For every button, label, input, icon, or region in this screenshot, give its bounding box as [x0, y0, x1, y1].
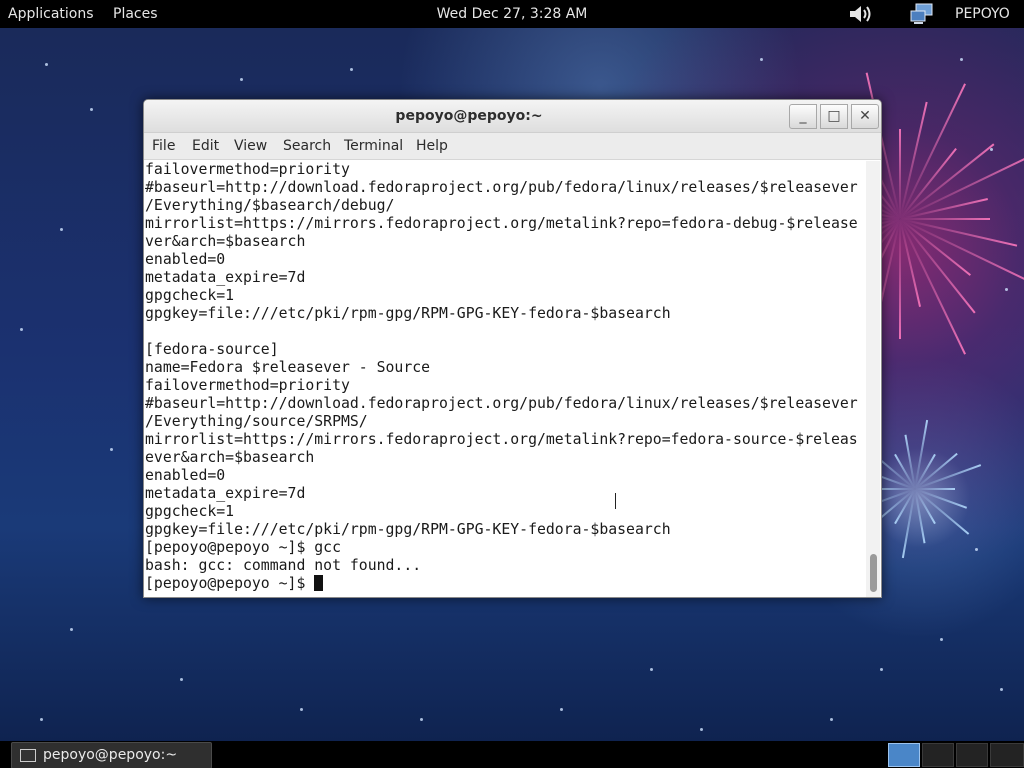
- scrollbar-thumb[interactable]: [870, 554, 877, 592]
- firework-ray: [900, 218, 990, 220]
- terminal-line: name=Fedora $releasever - Source: [145, 359, 431, 376]
- star: [90, 108, 93, 111]
- star: [760, 58, 763, 61]
- terminal-line: failovermethod=priority: [145, 377, 350, 394]
- window-titlebar[interactable]: pepoyo@pepoyo:~ _ □ ✕: [144, 100, 881, 133]
- places-menu[interactable]: Places: [113, 5, 158, 23]
- terminal-icon: [20, 749, 36, 762]
- terminal-line: [pepoyo@pepoyo ~]$ gcc: [145, 539, 341, 556]
- bottom-panel: pepoyo@pepoyo:~: [0, 741, 1024, 768]
- star: [880, 668, 883, 671]
- terminal-line: mirrorlist=https://mirrors.fedoraproject…: [145, 431, 858, 448]
- star: [40, 718, 43, 721]
- terminal-line: enabled=0: [145, 467, 226, 484]
- star: [1005, 288, 1008, 291]
- star: [300, 708, 303, 711]
- star: [110, 448, 113, 451]
- taskbar-window-label: pepoyo@pepoyo:~: [43, 747, 178, 763]
- star: [70, 628, 73, 631]
- star: [60, 228, 63, 231]
- menu-help[interactable]: Help: [416, 138, 448, 154]
- star: [350, 68, 353, 71]
- star: [940, 638, 943, 641]
- maximize-button[interactable]: □: [820, 104, 848, 129]
- menubar: File Edit View Search Terminal Help: [144, 133, 881, 160]
- terminal-line: ever&arch=$basearch: [145, 449, 315, 466]
- menu-search[interactable]: Search: [283, 138, 331, 154]
- terminal-prompt-line: [pepoyo@pepoyo ~]$: [145, 575, 866, 593]
- firework-ray: [899, 83, 966, 220]
- workspace-2[interactable]: [922, 743, 954, 767]
- terminal-output[interactable]: failovermethod=priority #baseurl=http://…: [145, 161, 866, 597]
- close-button[interactable]: ✕: [851, 104, 879, 129]
- star: [975, 548, 978, 551]
- terminal-line: /Everything/source/SRPMS/: [145, 413, 368, 430]
- terminal-line: gpgkey=file:///etc/pki/rpm-gpg/RPM-GPG-K…: [145, 521, 671, 538]
- terminal-line: failovermethod=priority: [145, 161, 350, 178]
- star: [1000, 688, 1003, 691]
- workspace-3[interactable]: [956, 743, 988, 767]
- firework-ray: [899, 218, 1024, 285]
- terminal-line: /Everything/$basearch/debug/: [145, 197, 395, 214]
- clock[interactable]: Wed Dec 27, 3:28 AM: [437, 6, 588, 22]
- star: [650, 668, 653, 671]
- star: [180, 678, 183, 681]
- firework-ray: [899, 129, 901, 219]
- star: [990, 148, 993, 151]
- terminal-line: gpgcheck=1: [145, 503, 235, 520]
- minimize-button[interactable]: _: [789, 104, 817, 129]
- menu-file[interactable]: File: [152, 138, 175, 154]
- terminal-line: [fedora-source]: [145, 341, 279, 358]
- star: [830, 718, 833, 721]
- network-icon[interactable]: [908, 2, 936, 26]
- star: [240, 78, 243, 81]
- terminal-scrollbar[interactable]: [866, 161, 880, 597]
- star: [700, 728, 703, 731]
- star: [45, 63, 48, 66]
- terminal-line: metadata_expire=7d: [145, 485, 306, 502]
- top-panel: Applications Places Wed Dec 27, 3:28 AM …: [0, 0, 1024, 28]
- star: [20, 328, 23, 331]
- terminal-cursor: [314, 575, 324, 591]
- workspace-1[interactable]: [888, 743, 920, 767]
- menu-terminal[interactable]: Terminal: [344, 138, 403, 154]
- applications-menu[interactable]: Applications: [8, 5, 94, 23]
- terminal-window: pepoyo@pepoyo:~ _ □ ✕ File Edit View Sea…: [143, 99, 882, 598]
- terminal-line: ver&arch=$basearch: [145, 233, 306, 250]
- terminal-line: gpgcheck=1: [145, 287, 235, 304]
- terminal-line: gpgkey=file:///etc/pki/rpm-gpg/RPM-GPG-K…: [145, 305, 671, 322]
- menu-view[interactable]: View: [234, 138, 267, 154]
- terminal-line: bash: gcc: command not found...: [145, 557, 422, 574]
- firework-ray: [899, 219, 901, 339]
- star: [960, 58, 963, 61]
- taskbar-window-button[interactable]: pepoyo@pepoyo:~: [11, 742, 212, 768]
- terminal-prompt: [pepoyo@pepoyo ~]$: [145, 575, 315, 592]
- workspace-4[interactable]: [990, 743, 1024, 767]
- speaker-icon[interactable]: [848, 3, 874, 25]
- star: [420, 718, 423, 721]
- firework-ray: [899, 153, 1024, 220]
- terminal-line: mirrorlist=https://mirrors.fedoraproject…: [145, 215, 858, 232]
- terminal-line: #baseurl=http://download.fedoraproject.o…: [145, 395, 858, 412]
- terminal-line: metadata_expire=7d: [145, 269, 306, 286]
- mouse-ibeam-cursor: [615, 493, 622, 509]
- user-menu[interactable]: PEPOYO: [955, 5, 1010, 23]
- star: [560, 708, 563, 711]
- menu-edit[interactable]: Edit: [192, 138, 219, 154]
- terminal-line: #baseurl=http://download.fedoraproject.o…: [145, 179, 858, 196]
- window-title: pepoyo@pepoyo:~: [395, 108, 543, 124]
- terminal-line: enabled=0: [145, 251, 226, 268]
